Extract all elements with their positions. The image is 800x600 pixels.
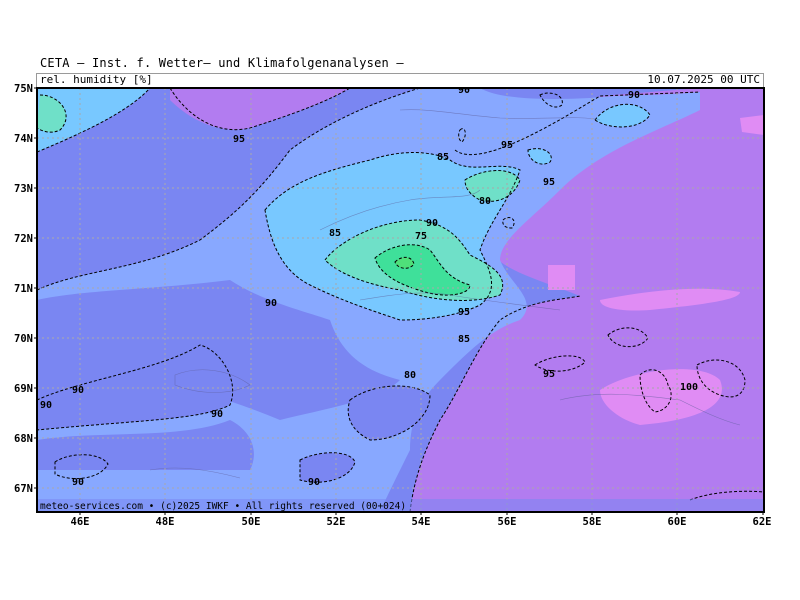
lon-axis: 46E 48E 50E 52E 54E 56E 58E 60E 62E [71, 516, 772, 528]
lat-tick: 67N [14, 483, 33, 495]
lat-tick: 70N [14, 333, 33, 345]
lon-tick: 46E [71, 516, 90, 528]
lat-tick: 69N [14, 383, 33, 395]
contour-label: 85 [458, 334, 470, 345]
contour-label: 95 [458, 307, 470, 318]
contour-label: 90 [40, 400, 52, 411]
lat-tick: 68N [14, 433, 33, 445]
contour-label: 85 [329, 228, 341, 239]
contour-label: 90 [265, 298, 277, 309]
contour-label: 80 [404, 370, 416, 381]
lat-tick: 72N [14, 233, 33, 245]
lat-tick: 74N [14, 133, 33, 145]
map-area: 95 90 85 80 75 95 90 85 95 90 95 90 85 8… [37, 85, 764, 512]
contour-label: 75 [415, 231, 427, 242]
contour-label: 100 [680, 382, 698, 393]
contour-label: 95 [501, 140, 513, 151]
contour-label: 95 [543, 177, 555, 188]
contour-label: 90 [72, 477, 84, 488]
contour-label: 95 [233, 134, 245, 145]
contour-label: 95 [543, 369, 555, 380]
lon-tick: 54E [412, 516, 431, 528]
lat-tick: 71N [14, 283, 33, 295]
lon-tick: 56E [498, 516, 517, 528]
lat-axis: 75N 74N 73N 72N 71N 70N 69N 68N 67N [14, 83, 33, 495]
contour-label: 80 [479, 196, 491, 207]
lon-tick: 58E [583, 516, 602, 528]
lon-tick: 62E [753, 516, 772, 528]
footer-credit: meteo-services.com • (c)2025 IWKF • All … [40, 501, 406, 512]
lat-tick: 73N [14, 183, 33, 195]
lat-tick: 75N [14, 83, 33, 95]
contour-label: 90 [308, 477, 320, 488]
humidity-map: 95 90 85 80 75 95 90 85 95 90 95 90 85 8… [14, 83, 772, 528]
contour-label: 90 [458, 85, 470, 96]
lon-tick: 60E [668, 516, 687, 528]
contour-label: 85 [437, 152, 449, 163]
contour-label: 90 [211, 409, 223, 420]
contour-label: 90 [72, 385, 84, 396]
lon-tick: 50E [242, 516, 261, 528]
lon-tick: 48E [156, 516, 175, 528]
contour-label: 90 [426, 218, 438, 229]
contour-label: 90 [628, 90, 640, 101]
lon-tick: 52E [327, 516, 346, 528]
